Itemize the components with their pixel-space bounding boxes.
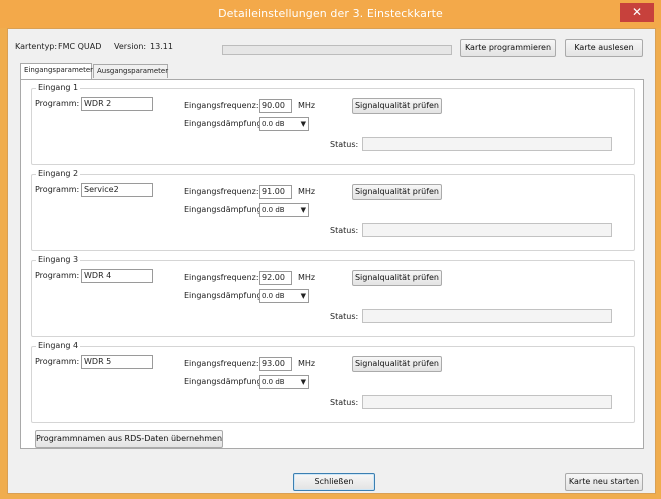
- frequency-input[interactable]: 90.00: [259, 99, 292, 113]
- card-type-label: Kartentyp:: [15, 42, 58, 51]
- dropdown-arrow-icon[interactable]: ▼: [301, 376, 306, 388]
- frequency-unit: MHz: [298, 273, 316, 282]
- check-signal-quality-button[interactable]: Signalqualität prüfen: [352, 98, 442, 114]
- attenuation-label: Eingangsdämpfung:: [184, 205, 265, 214]
- program-label: Programm:: [35, 185, 80, 194]
- frequency-input[interactable]: 92.00: [259, 271, 292, 285]
- status-field: [362, 395, 612, 409]
- attenuation-value: 0.0 dB: [262, 120, 285, 128]
- frequency-unit: MHz: [298, 359, 316, 368]
- attenuation-value: 0.0 dB: [262, 206, 285, 214]
- frequency-label: Eingangsfrequenz:: [184, 187, 259, 196]
- restart-card-button[interactable]: Karte neu starten: [565, 473, 643, 491]
- program-label: Programm:: [35, 271, 80, 280]
- tab-panel-input-parameters: Eingang 1 Programm: WDR 2 Eingangsfreque…: [20, 79, 644, 449]
- attenuation-label: Eingangsdämpfung:: [184, 291, 265, 300]
- dialog-client-area: Kartentyp: FMC QUAD Version: 13.11 Karte…: [7, 28, 656, 494]
- frequency-input[interactable]: 91.00: [259, 185, 292, 199]
- input-group-4: Eingang 4 Programm: WDR 5 Eingangsfreque…: [31, 341, 635, 423]
- program-label: Programm:: [35, 357, 80, 366]
- input-group-1: Eingang 1 Programm: WDR 2 Eingangsfreque…: [31, 83, 635, 165]
- status-label: Status:: [330, 398, 359, 407]
- status-field: [362, 309, 612, 323]
- attenuation-select[interactable]: 0.0 dB ▼: [259, 203, 309, 217]
- version-value: 13.11: [150, 42, 173, 51]
- status-label: Status:: [330, 140, 359, 149]
- check-signal-quality-button[interactable]: Signalqualität prüfen: [352, 184, 442, 200]
- attenuation-label: Eingangsdämpfung:: [184, 377, 265, 386]
- card-type-value: FMC QUAD: [58, 42, 102, 51]
- attenuation-select[interactable]: 0.0 dB ▼: [259, 375, 309, 389]
- dropdown-arrow-icon[interactable]: ▼: [301, 118, 306, 130]
- program-label: Programm:: [35, 99, 80, 108]
- attenuation-select[interactable]: 0.0 dB ▼: [259, 289, 309, 303]
- group-title: Eingang 4: [36, 341, 81, 350]
- status-field: [362, 137, 612, 151]
- dropdown-arrow-icon[interactable]: ▼: [301, 204, 306, 216]
- program-name-input[interactable]: WDR 4: [81, 269, 153, 283]
- frequency-unit: MHz: [298, 101, 316, 110]
- frequency-label: Eingangsfrequenz:: [184, 101, 259, 110]
- title-bar[interactable]: Detaileinstellungen der 3. Einsteckkarte…: [0, 0, 661, 28]
- close-icon[interactable]: ✕: [620, 3, 654, 22]
- program-name-input[interactable]: Service2: [81, 183, 153, 197]
- status-label: Status:: [330, 226, 359, 235]
- attenuation-label: Eingangsdämpfung:: [184, 119, 265, 128]
- status-field: [362, 223, 612, 237]
- input-group-3: Eingang 3 Programm: WDR 4 Eingangsfreque…: [31, 255, 635, 337]
- attenuation-value: 0.0 dB: [262, 378, 285, 386]
- check-signal-quality-button[interactable]: Signalqualität prüfen: [352, 270, 442, 286]
- frequency-label: Eingangsfrequenz:: [184, 359, 259, 368]
- frequency-label: Eingangsfrequenz:: [184, 273, 259, 282]
- check-signal-quality-button[interactable]: Signalqualität prüfen: [352, 356, 442, 372]
- attenuation-value: 0.0 dB: [262, 292, 285, 300]
- input-group-2: Eingang 2 Programm: Service2 Eingangsfre…: [31, 169, 635, 251]
- program-name-input[interactable]: WDR 2: [81, 97, 153, 111]
- close-button[interactable]: Schließen: [293, 473, 375, 491]
- frequency-unit: MHz: [298, 187, 316, 196]
- rds-program-names-button[interactable]: Programmnamen aus RDS-Daten übernehmen: [35, 430, 223, 448]
- version-label: Version:: [114, 42, 147, 51]
- dialog-window: Detaileinstellungen der 3. Einsteckkarte…: [0, 0, 661, 499]
- status-label: Status:: [330, 312, 359, 321]
- program-card-button[interactable]: Karte programmieren: [460, 39, 556, 57]
- tab-input-parameters[interactable]: Eingangsparameter: [20, 63, 93, 79]
- group-title: Eingang 2: [36, 169, 81, 178]
- frequency-input[interactable]: 93.00: [259, 357, 292, 371]
- tab-output-parameters[interactable]: Ausgangsparameter: [93, 64, 168, 78]
- programming-progress-bar: [222, 45, 452, 55]
- program-name-input[interactable]: WDR 5: [81, 355, 153, 369]
- group-title: Eingang 1: [36, 83, 81, 92]
- read-card-button[interactable]: Karte auslesen: [565, 39, 643, 57]
- window-title: Detaileinstellungen der 3. Einsteckkarte: [218, 7, 443, 20]
- attenuation-select[interactable]: 0.0 dB ▼: [259, 117, 309, 131]
- dropdown-arrow-icon[interactable]: ▼: [301, 290, 306, 302]
- group-title: Eingang 3: [36, 255, 81, 264]
